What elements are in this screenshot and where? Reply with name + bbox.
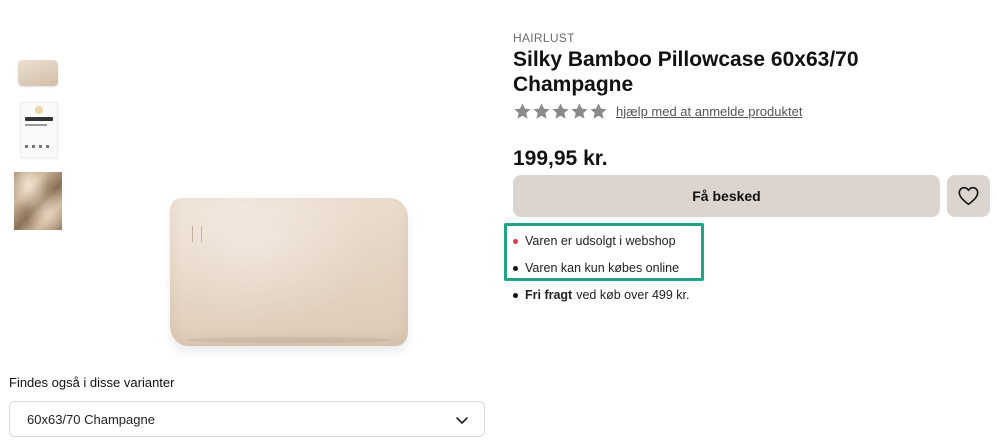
product-price: 199,95 kr.	[513, 147, 608, 170]
stock-status: Varen er udsolgt i webshop	[513, 234, 676, 248]
thumbnail-silk-fabric[interactable]	[12, 168, 64, 230]
online-only-note: Varen kan kun købes online	[513, 261, 679, 275]
heart-icon	[958, 186, 979, 206]
package-thumbnail-image	[20, 102, 58, 158]
bullet-icon	[513, 265, 518, 271]
pillowcase-thumbnail-image	[18, 60, 58, 86]
star-icon	[533, 102, 550, 119]
online-only-text: Varen kan kun købes online	[525, 261, 680, 275]
thumbnail-gallery	[12, 28, 64, 238]
star-icon	[552, 102, 569, 119]
shipping-note: Fri fragt ved køb over 499 kr.	[513, 288, 690, 302]
star-icon	[514, 102, 531, 119]
review-link[interactable]: hjælp med at anmelde produktet	[616, 104, 802, 119]
star-icon	[590, 102, 607, 119]
variant-selected-value: 60x63/70 Champagne	[27, 412, 155, 427]
product-title: Silky Bamboo Pillowcase 60x63/70 Champag…	[513, 48, 859, 96]
variants-label: Findes også i disse varianter	[9, 375, 175, 390]
pillowcase-image	[170, 198, 408, 346]
brand-name[interactable]: HAIRLUST	[513, 31, 575, 45]
thumbnail-pillowcase[interactable]	[12, 28, 64, 90]
product-page: Findes også i disse varianter 60x63/70 C…	[0, 0, 999, 444]
brand-logo-mark	[192, 226, 202, 242]
out-of-stock-dot-icon	[513, 238, 518, 244]
shipping-rest-text: ved køb over 499 kr.	[576, 288, 690, 302]
bullet-icon	[513, 292, 518, 298]
notify-button[interactable]: Få besked	[513, 175, 940, 217]
rating-row: hjælp med at anmelde produktet	[513, 101, 802, 121]
main-product-image[interactable]	[110, 30, 500, 360]
silk-fabric-thumbnail-image	[14, 172, 62, 230]
chevron-down-icon	[456, 417, 468, 424]
star-icon	[571, 102, 588, 119]
star-rating	[513, 102, 608, 121]
wishlist-button[interactable]	[947, 175, 990, 217]
thumbnail-package[interactable]	[12, 98, 64, 160]
shipping-bold-text: Fri fragt	[525, 288, 573, 302]
variant-select[interactable]: 60x63/70 Champagne	[9, 401, 485, 437]
stock-status-text: Varen er udsolgt i webshop	[525, 234, 676, 248]
